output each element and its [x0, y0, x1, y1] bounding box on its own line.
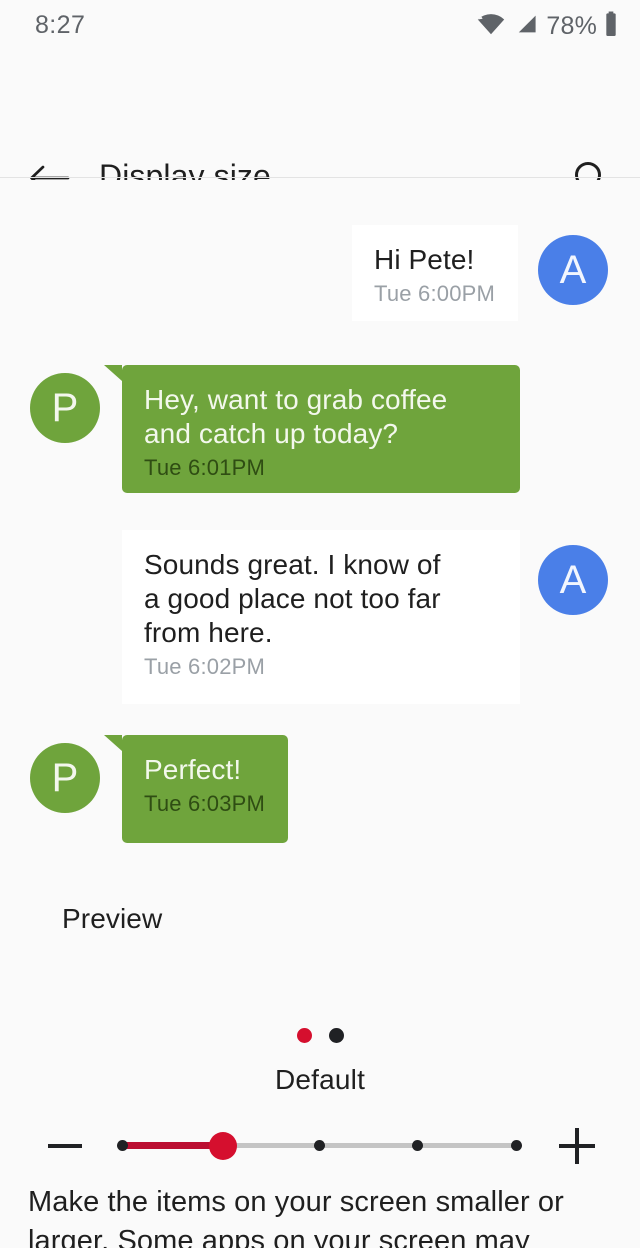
bubble-timestamp: Tue 6:03PM: [144, 791, 266, 816]
minus-icon[interactable]: [42, 1130, 88, 1162]
size-value-label: Default: [274, 1064, 366, 1095]
chat-bubble: Sounds great. I know of a good place not…: [122, 530, 520, 704]
app-bar: Display size: [0, 58, 640, 196]
chat-bubble: Perfect! Tue 6:03PM: [104, 735, 288, 843]
page-dot-active[interactable]: [296, 1028, 312, 1043]
slider-thumb[interactable]: [209, 1132, 237, 1160]
plus-icon[interactable]: [552, 1122, 602, 1170]
avatar: P: [30, 743, 100, 813]
bubble-text: Perfect!: [144, 754, 242, 785]
avatar-initial: A: [559, 558, 587, 602]
avatar: P: [30, 373, 100, 443]
bubble-text: Hey, want to grab coffee and catch up to…: [144, 384, 448, 449]
description-text: Make the items on your screen smaller or…: [28, 1186, 564, 1248]
avatar-initial: P: [51, 386, 79, 430]
chat-bubble: Hey, want to grab coffee and catch up to…: [104, 365, 520, 493]
status-time: 8:27: [35, 11, 86, 39]
display-size-slider[interactable]: [117, 1118, 522, 1174]
display-size-screen: 8:27 78% Display size Hi Pete! Tue 6:00P…: [0, 0, 640, 1248]
wifi-icon: [476, 12, 506, 41]
slider-tick[interactable]: [412, 1140, 423, 1151]
avatar-initial: P: [51, 756, 79, 800]
slider-tick[interactable]: [511, 1140, 522, 1151]
avatar: A: [538, 235, 608, 305]
display-size-slider-row: [0, 1118, 640, 1174]
app-bar-divider: [0, 177, 640, 178]
bubble-timestamp: Tue 6:02PM: [144, 654, 266, 679]
avatar: A: [538, 545, 608, 615]
bubble-text: Hi Pete!: [374, 244, 475, 275]
bubble-tail: [104, 365, 122, 381]
bubble-timestamp: Tue 6:01PM: [144, 455, 266, 480]
avatar-initial: A: [559, 248, 587, 292]
chat-bubble: Hi Pete! Tue 6:00PM: [352, 225, 518, 321]
slider-tick[interactable]: [314, 1140, 325, 1151]
preview-chat-area: Hi Pete! Tue 6:00PM A P Hey, want to gra…: [0, 180, 640, 970]
slider-fill: [122, 1142, 223, 1149]
bubble-timestamp: Tue 6:00PM: [374, 281, 496, 306]
battery-percent-label: 78%: [546, 12, 597, 40]
status-icons: 78%: [476, 11, 618, 42]
status-bar: 8:27 78%: [0, 0, 640, 58]
bubble-tail: [104, 735, 122, 751]
bubble-text: Sounds great. I know of a good place not…: [144, 549, 441, 648]
battery-icon: [604, 11, 618, 42]
cellular-signal-icon: [513, 12, 539, 41]
slider-tick[interactable]: [117, 1140, 128, 1151]
page-dot[interactable]: [328, 1028, 344, 1043]
page-indicator: [0, 1028, 640, 1043]
preview-label: Preview: [62, 903, 163, 934]
